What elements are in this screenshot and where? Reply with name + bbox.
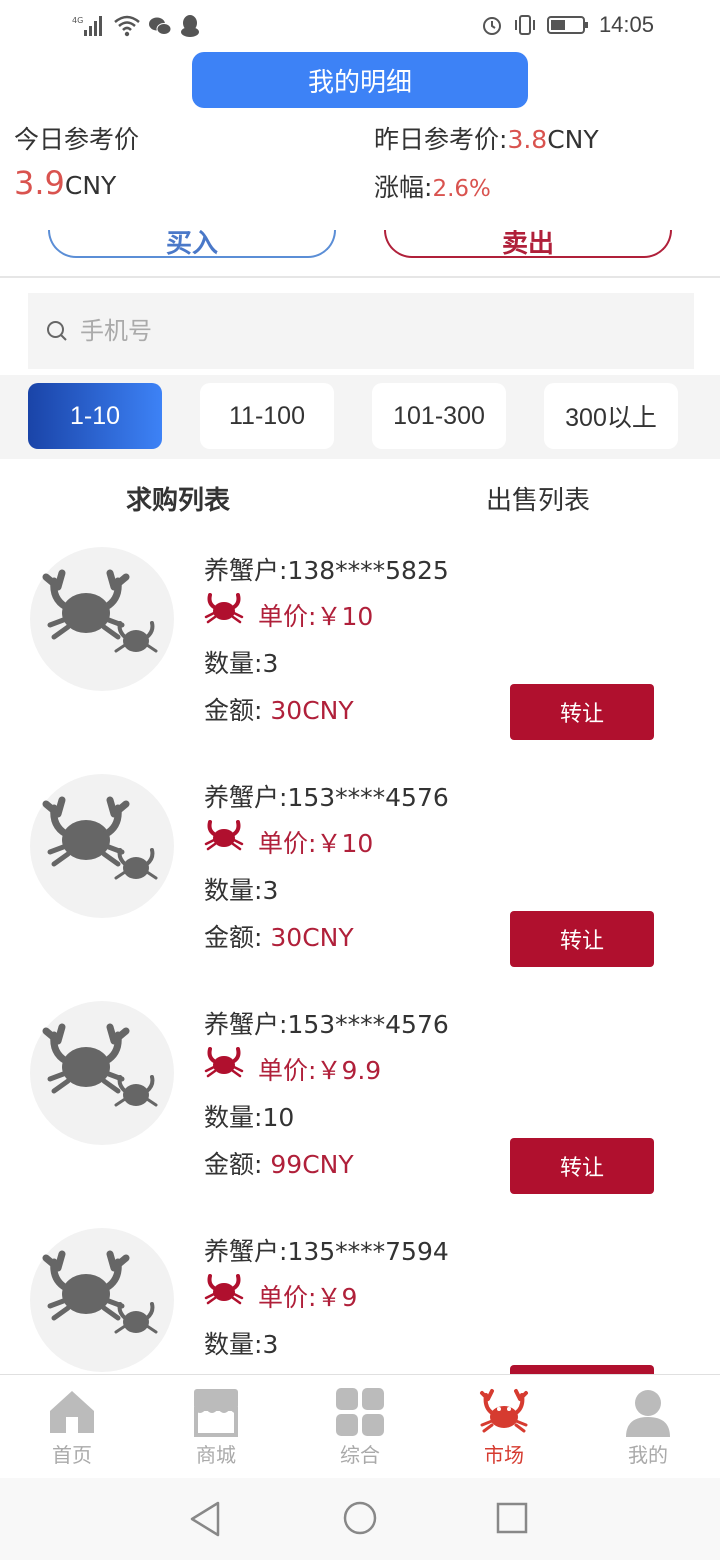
quantity-label: 数量: <box>204 649 263 678</box>
amount-value: 99CNY <box>270 1150 354 1179</box>
unit-price-line: 单价:￥9 <box>258 1278 357 1314</box>
unit-price-value: ￥9.9 <box>316 1056 382 1085</box>
unit-price-value: ￥9 <box>316 1283 358 1312</box>
order-row: 养蟹户:138****5825 单价:￥10 数量:3 金额: 30CNY 转让 <box>0 547 720 774</box>
order-row: 养蟹户:153****4576 单价:￥9.9 数量:10 金额: 99CNY … <box>0 1001 720 1228</box>
amount-label: 金额: <box>204 923 263 952</box>
price-crab-icon <box>204 1047 244 1078</box>
farmer-phone: 138****5825 <box>287 556 449 585</box>
unit-price-line: 单价:￥10 <box>258 824 373 860</box>
tab-general-label: 综合 <box>340 1443 380 1467</box>
unit-price-label: 单价: <box>258 602 317 631</box>
quantity-value: 3 <box>262 876 279 905</box>
transfer-button[interactable]: 转让 <box>510 911 654 967</box>
price-crab <box>204 818 244 856</box>
price-crab <box>204 1272 244 1310</box>
transfer-button[interactable]: 转让 <box>510 1138 654 1194</box>
amount-line: 金额: 30CNY <box>204 691 354 727</box>
tab-mine[interactable]: 我的 <box>576 1375 720 1479</box>
tab-store[interactable]: 商城 <box>144 1375 288 1479</box>
unit-price-label: 单价: <box>258 829 317 858</box>
tab-market[interactable]: 市场 <box>432 1375 576 1479</box>
unit-price-value: ￥10 <box>316 829 374 858</box>
transfer-button[interactable]: 转让 <box>510 1365 654 1374</box>
quantity-value: 10 <box>262 1103 295 1132</box>
farmer-phone: 153****4576 <box>287 783 449 812</box>
farmer-line: 养蟹户:135****7594 <box>204 1232 449 1268</box>
farmer-label: 养蟹户: <box>204 1010 288 1039</box>
quantity-label: 数量: <box>204 876 263 905</box>
unit-price-label: 单价: <box>258 1056 317 1085</box>
quantity-line: 数量:3 <box>204 1325 278 1361</box>
bottom-tab-bar: 首页 商城 综合 市场 我的 <box>0 1374 720 1478</box>
farmer-label: 养蟹户: <box>204 556 288 585</box>
farmer-line: 养蟹户:153****4576 <box>204 778 449 814</box>
amount-value: 30CNY <box>270 923 354 952</box>
price-crab <box>204 591 244 629</box>
unit-price-line: 单价:￥10 <box>258 597 373 633</box>
recents-icon[interactable] <box>496 1502 528 1534</box>
crab-avatar-icon <box>42 569 158 653</box>
amount-line: 金额: 99CNY <box>204 1145 354 1181</box>
tab-home-label: 首页 <box>52 1443 92 1467</box>
crab-avatar-icon <box>42 796 158 880</box>
amount-value: 30CNY <box>270 696 354 725</box>
amount-label: 金额: <box>204 696 263 725</box>
order-row: 养蟹户:135****7594 单价:￥9 数量:3 金额: 转让 <box>0 1228 720 1374</box>
transfer-button[interactable]: 转让 <box>510 684 654 740</box>
farmer-label: 养蟹户: <box>204 1237 288 1266</box>
crab-icon <box>480 1389 528 1433</box>
quantity-line: 数量:3 <box>204 871 278 907</box>
amount-line: 金额: 30CNY <box>204 918 354 954</box>
home-icon <box>50 1391 94 1433</box>
tab-general[interactable]: 综合 <box>288 1375 432 1479</box>
tab-home[interactable]: 首页 <box>0 1375 144 1479</box>
crab-avatar-icon <box>42 1250 158 1334</box>
crab-avatar <box>30 1228 174 1372</box>
system-nav-bar <box>0 1478 720 1560</box>
crab-avatar <box>30 547 174 691</box>
crab-avatar-icon <box>42 1023 158 1107</box>
price-crab-icon <box>204 593 244 624</box>
tab-mine-label: 我的 <box>628 1443 668 1467</box>
user-icon <box>626 1390 670 1437</box>
farmer-line: 养蟹户:138****5825 <box>204 551 449 587</box>
grid-icon <box>336 1388 384 1436</box>
order-row: 养蟹户:153****4576 单价:￥10 数量:3 金额: 30CNY 转让 <box>0 774 720 1001</box>
order-list: 养蟹户:138****5825 单价:￥10 数量:3 金额: 30CNY 转让 <box>0 0 720 1374</box>
unit-price-value: ￥10 <box>316 602 374 631</box>
quantity-label: 数量: <box>204 1330 263 1359</box>
store-icon <box>194 1389 238 1437</box>
quantity-line: 数量:10 <box>204 1098 294 1134</box>
home-nav-icon[interactable] <box>342 1500 378 1536</box>
price-crab <box>204 1045 244 1083</box>
tab-store-label: 商城 <box>196 1443 236 1467</box>
farmer-line: 养蟹户:153****4576 <box>204 1005 449 1041</box>
quantity-value: 3 <box>262 1330 279 1359</box>
back-icon[interactable] <box>188 1500 222 1538</box>
farmer-label: 养蟹户: <box>204 783 288 812</box>
price-crab-icon <box>204 820 244 851</box>
farmer-phone: 135****7594 <box>287 1237 449 1266</box>
price-crab-icon <box>204 1274 244 1305</box>
amount-label: 金额: <box>204 1150 263 1179</box>
tab-market-label: 市场 <box>484 1443 524 1467</box>
crab-avatar <box>30 1001 174 1145</box>
unit-price-line: 单价:￥9.9 <box>258 1051 381 1087</box>
quantity-value: 3 <box>262 649 279 678</box>
unit-price-label: 单价: <box>258 1283 317 1312</box>
crab-avatar <box>30 774 174 918</box>
farmer-phone: 153****4576 <box>287 1010 449 1039</box>
quantity-line: 数量:3 <box>204 644 278 680</box>
quantity-label: 数量: <box>204 1103 263 1132</box>
